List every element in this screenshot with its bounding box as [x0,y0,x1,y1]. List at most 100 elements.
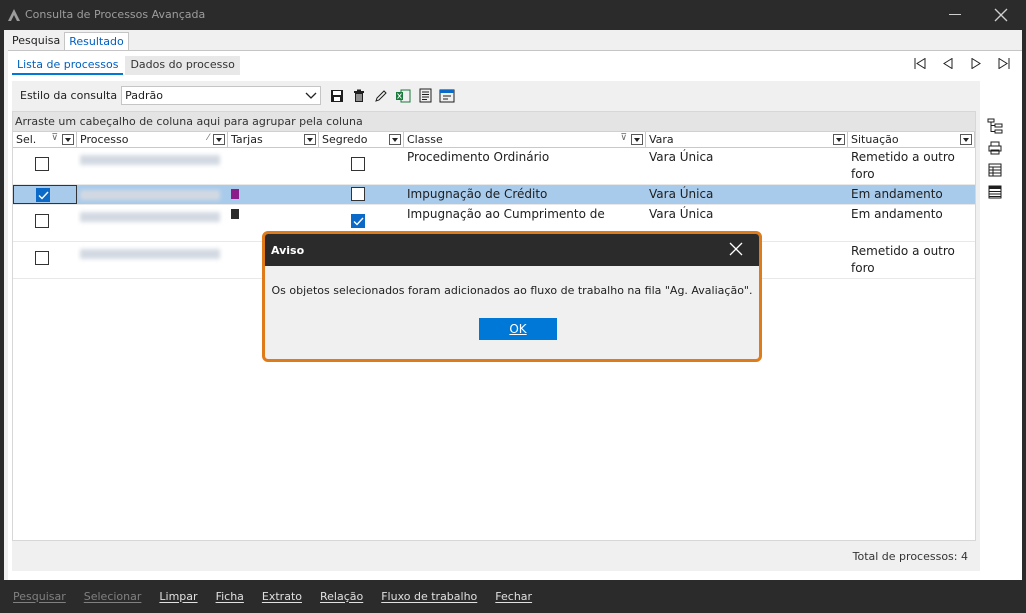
aviso-dialog: Aviso Os objetos selecionados foram adic… [262,231,762,362]
next-icon [971,57,981,69]
window-title: Consulta de Processos Avançada [25,8,206,21]
group-by-hint[interactable]: Arraste um cabeçalho de coluna aqui para… [13,112,975,132]
previous-icon [943,57,953,69]
ficha-button[interactable]: Ficha [216,590,244,603]
dialog-message: Os objetos selecionados foram adicionado… [271,284,753,297]
process-number-redacted [77,148,228,184]
previous-record-button[interactable] [934,56,962,70]
style-toolbar [326,86,458,105]
tab-pesquisa[interactable]: Pesquisa [8,32,64,50]
side-toolbar [984,115,1006,203]
column-tarjas[interactable]: Tarjas [228,132,319,147]
dropdown-icon[interactable] [389,134,401,145]
last-record-button[interactable] [990,56,1018,70]
selecionar-button[interactable]: Selecionar [84,590,142,603]
tarja-cell [228,148,319,184]
limpar-button[interactable]: Limpar [159,590,197,603]
next-record-button[interactable] [962,56,990,70]
tarja-marker [231,189,239,199]
bottom-toolbar: Pesquisar Selecionar Limpar Ficha Extrat… [4,584,1022,608]
ok-button[interactable]: OK [479,318,557,340]
select-checkbox[interactable] [35,251,49,265]
tarja-marker [231,209,239,219]
column-segredo[interactable]: Segredo [319,132,404,147]
tab-lista-processos[interactable]: Lista de processos [12,56,124,75]
edit-icon [375,89,387,102]
situacao-cell: Em andamento [851,207,943,221]
minimize-icon [949,14,961,15]
minimize-button[interactable] [940,3,970,27]
classe-cell: Procedimento Ordinário [407,150,550,164]
style-value: Padrão [125,89,163,102]
dropdown-icon[interactable] [213,134,225,145]
secret-checkbox[interactable] [351,157,365,171]
dialog-title: Aviso [271,243,305,257]
style-select[interactable]: Padrão [121,86,322,105]
chevron-down-icon [305,92,317,99]
column-headers: Sel. ⊽ Processo ⁄ Tarjas Segredo Classe … [13,132,975,148]
check-icon [38,191,49,200]
vara-cell: Vara Única [649,187,714,201]
edit-style-button[interactable] [370,86,392,105]
situacao-cell: Remetido a outro foro [851,244,955,275]
fechar-button[interactable]: Fechar [495,590,532,603]
column-processo[interactable]: Processo ⁄ [77,132,228,147]
save-style-button[interactable] [326,86,348,105]
total-count: Total de processos: 4 [852,550,968,563]
select-checkbox[interactable] [36,188,50,202]
close-icon [729,242,743,256]
table-row[interactable]: Impugnação de Crédito Vara Única Em anda… [13,185,975,205]
dialog-close-button[interactable] [729,242,745,258]
situacao-cell: Em andamento [851,187,943,201]
dropdown-icon[interactable] [304,134,316,145]
select-checkbox[interactable] [35,214,49,228]
tree-icon [987,118,1003,134]
tarja-cell [228,185,319,204]
table-view-button[interactable] [984,159,1006,181]
table-row[interactable]: Procedimento Ordinário Vara Única Remeti… [13,148,975,185]
classe-cell: Impugnação de Crédito [407,187,548,201]
delete-style-button[interactable] [348,86,370,105]
first-record-button[interactable] [906,56,934,70]
app-logo-icon [8,9,20,21]
top-tabs: Pesquisa Resultado [8,32,129,50]
export-excel-button[interactable] [392,86,414,105]
column-vara[interactable]: Vara [646,132,848,147]
tab-dados-processo[interactable]: Dados do processo [125,56,240,75]
extrato-button[interactable]: Extrato [262,590,302,603]
process-number-redacted [77,205,228,241]
dropdown-icon[interactable] [833,134,845,145]
situacao-cell: Remetido a outro foro [851,150,955,181]
last-icon [998,57,1010,69]
tree-view-button[interactable] [984,115,1006,137]
print-button[interactable] [984,137,1006,159]
dialog-title-bar: Aviso [265,234,759,266]
first-icon [914,57,926,69]
column-classe[interactable]: Classe ⊽ [404,132,646,147]
secret-checkbox[interactable] [351,214,365,228]
dropdown-icon[interactable] [960,134,972,145]
column-situacao[interactable]: Situação [848,132,975,147]
pesquisar-button[interactable]: Pesquisar [13,590,66,603]
window-button[interactable] [436,86,458,105]
sort-icon: ⁄ [207,133,209,143]
close-window-button[interactable] [986,3,1016,27]
record-navigation [906,56,1018,70]
title-bar: Consulta de Processos Avançada [0,0,1026,30]
document-button[interactable] [414,86,436,105]
delete-icon [354,89,365,102]
relacao-button[interactable]: Relação [320,590,363,603]
filter-icon: ⊽ [51,133,58,143]
sub-tabs: Lista de processos Dados do processo [12,56,242,75]
secret-checkbox[interactable] [351,187,365,201]
check-icon [353,217,364,226]
tab-resultado[interactable]: Resultado [64,32,129,50]
dropdown-icon[interactable] [62,134,74,145]
close-icon [994,8,1008,22]
list-view-button[interactable] [984,181,1006,203]
column-sel[interactable]: Sel. ⊽ [13,132,77,147]
query-style-row: Estilo da consulta Padrão [20,86,458,105]
fluxo-trabalho-button[interactable]: Fluxo de trabalho [381,590,477,603]
dropdown-icon[interactable] [631,134,643,145]
select-checkbox[interactable] [35,157,49,171]
